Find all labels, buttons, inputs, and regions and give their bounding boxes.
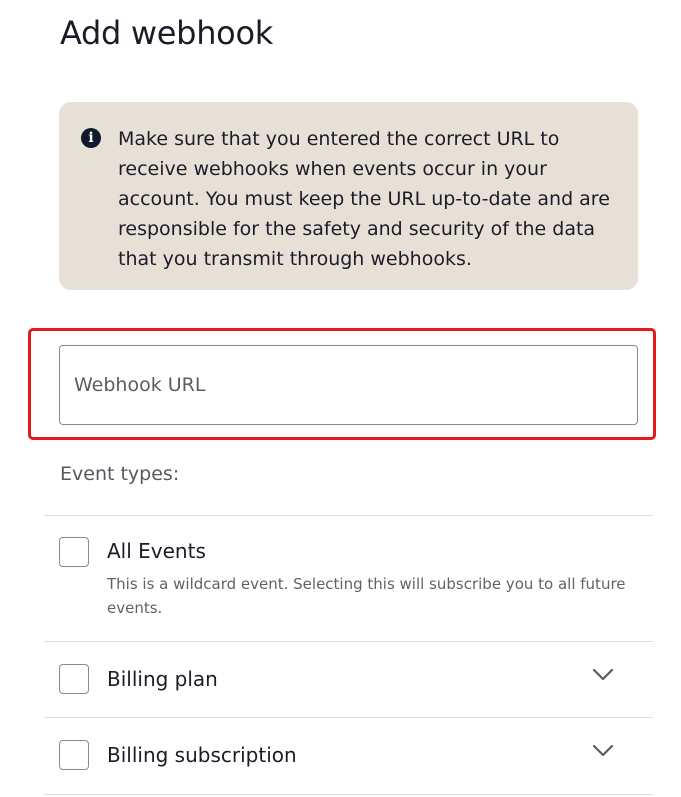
all-events-description: This is a wildcard event. Selecting this… [107, 575, 626, 617]
page-title: Add webhook [60, 14, 273, 52]
billing-plan-label: Billing plan [107, 667, 218, 691]
webhook-url-input[interactable] [59, 345, 638, 425]
info-notice: i Make sure that you entered the correct… [59, 102, 638, 290]
chevron-down-icon[interactable] [592, 668, 614, 682]
chevron-down-icon[interactable] [592, 744, 614, 758]
all-events-checkbox[interactable] [59, 537, 89, 567]
billing-plan-checkbox[interactable] [59, 664, 89, 694]
divider [44, 717, 653, 718]
notice-text: Make sure that you entered the correct U… [118, 128, 610, 270]
info-icon: i [81, 128, 101, 148]
divider [44, 515, 653, 516]
divider [44, 794, 653, 795]
add-webhook-page: Add webhook i Make sure that you entered… [0, 0, 681, 797]
billing-subscription-label: Billing subscription [107, 743, 297, 767]
billing-subscription-checkbox[interactable] [59, 740, 89, 770]
all-events-label: All Events [107, 539, 206, 563]
divider [44, 641, 653, 642]
event-types-label: Event types: [60, 463, 180, 485]
